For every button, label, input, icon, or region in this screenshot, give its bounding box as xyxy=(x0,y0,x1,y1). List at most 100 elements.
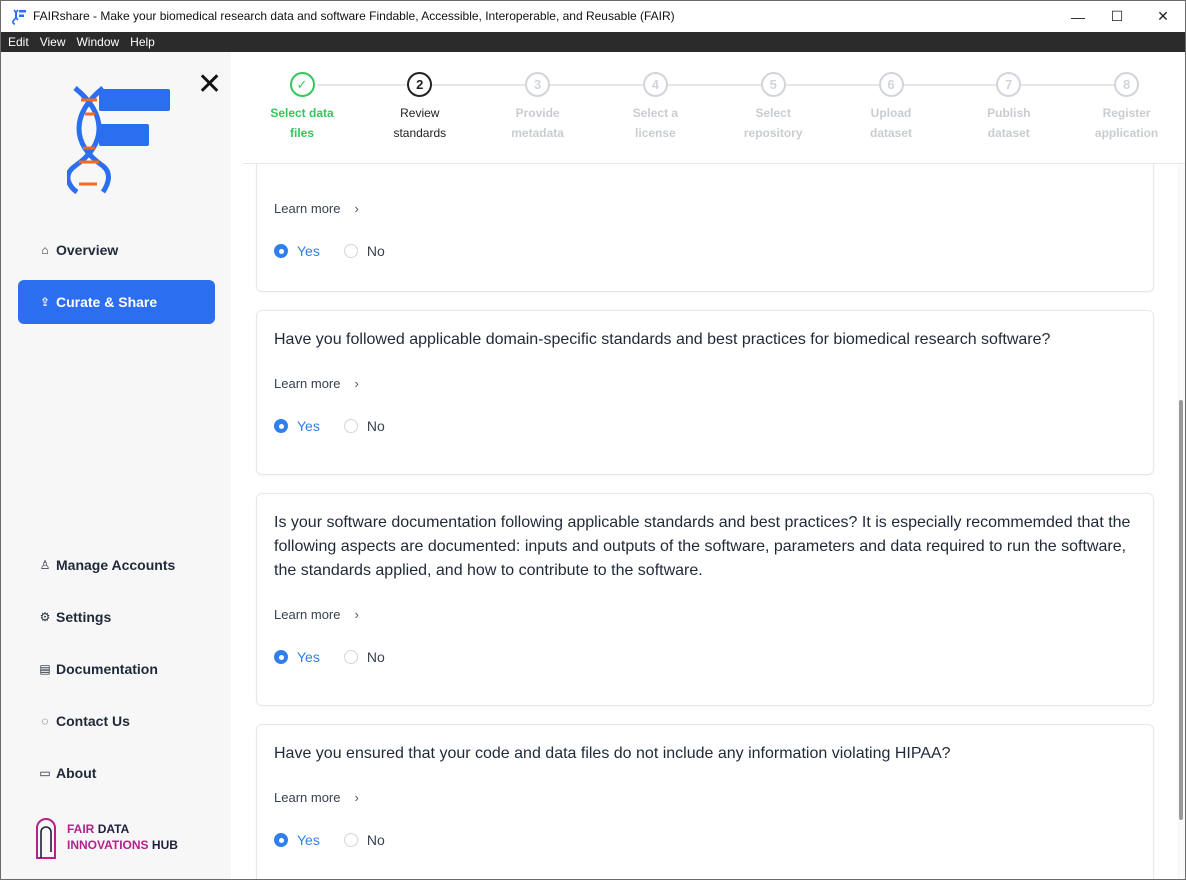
step-label-line2: application xyxy=(1094,126,1159,140)
radio-no[interactable]: No xyxy=(343,649,385,665)
nav-contact-us[interactable]: ◌ Contact Us xyxy=(18,699,215,743)
step-label: Select data files xyxy=(252,103,352,143)
close-window-button[interactable]: ✕ xyxy=(1140,1,1185,32)
step-label-line1: Upload xyxy=(870,106,912,120)
question-card: Learn more › Yes No xyxy=(256,164,1154,292)
radio-yes-label: Yes xyxy=(297,649,320,665)
step-label-line2: metadata xyxy=(511,126,564,140)
nav-about[interactable]: ▭ About xyxy=(18,751,215,795)
nav-manage-accounts[interactable]: ♙ Manage Accounts xyxy=(18,543,215,587)
nav-about-label: About xyxy=(56,765,97,781)
step-5[interactable]: 5 Select repository xyxy=(723,72,823,143)
info-card-icon: ▭ xyxy=(39,766,51,780)
hub-word-fair: FAIR xyxy=(67,822,95,836)
step-1[interactable]: ✓ Select data files xyxy=(252,72,352,143)
content-scrollbar[interactable] xyxy=(1177,164,1185,879)
chevron-right-icon: › xyxy=(354,607,359,622)
step-label-line1: Register xyxy=(1102,106,1151,120)
nav-overview-label: Overview xyxy=(56,242,119,258)
maximize-button[interactable]: ☐ xyxy=(1094,1,1140,32)
step-label: Publish dataset xyxy=(959,103,1059,143)
radio-no-label: No xyxy=(366,418,385,434)
radio-no[interactable]: No xyxy=(343,418,385,434)
step-8[interactable]: 8 Register application xyxy=(1077,72,1177,143)
radio-dot xyxy=(343,833,358,847)
learn-more-link[interactable]: Learn more › xyxy=(274,201,359,216)
radio-no-label: No xyxy=(366,649,385,665)
answer-radio-group: Yes No xyxy=(274,832,409,848)
step-label-line1: Select a xyxy=(632,106,679,120)
radio-yes-label: Yes xyxy=(297,832,320,848)
step-label-line2: repository xyxy=(743,126,803,140)
question-text: Have you followed applicable domain-spec… xyxy=(274,331,1051,348)
nav-overview[interactable]: ⌂ Overview xyxy=(18,228,215,272)
step-3[interactable]: 3 Provide metadata xyxy=(488,72,588,143)
step-number: 6 xyxy=(878,72,904,97)
step-label: Register application xyxy=(1077,103,1177,143)
step-7[interactable]: 7 Publish dataset xyxy=(959,72,1059,143)
radio-dot xyxy=(343,244,358,258)
menu-bar: Edit View Window Help xyxy=(1,32,1185,52)
progress-stepper: ✓ Select data files 2 Review standards 3 Provid… xyxy=(243,52,1185,164)
radio-dot xyxy=(343,650,358,664)
nav-curate-share[interactable]: ⇪ Curate & Share xyxy=(18,280,215,324)
learn-more-link[interactable]: Learn more › xyxy=(274,790,359,805)
chevron-right-icon: › xyxy=(354,790,359,805)
step-6[interactable]: 6 Upload dataset xyxy=(841,72,941,143)
step-number: 4 xyxy=(642,72,668,97)
menu-window[interactable]: Window xyxy=(76,35,119,49)
scrollbar-thumb[interactable] xyxy=(1179,400,1183,820)
learn-more-label: Learn more xyxy=(274,790,341,805)
radio-yes[interactable]: Yes xyxy=(274,418,320,434)
nav-settings[interactable]: ⚙ Settings xyxy=(18,595,215,639)
step-label: Provide metadata xyxy=(488,103,588,143)
radio-yes[interactable]: Yes xyxy=(274,649,320,665)
maximize-icon: ☐ xyxy=(1110,8,1124,24)
close-icon: ✕ xyxy=(1157,8,1169,24)
learn-more-link[interactable]: Learn more › xyxy=(274,607,359,622)
nav-contact-us-label: Contact Us xyxy=(56,713,130,729)
radio-yes[interactable]: Yes xyxy=(274,243,320,259)
main-content: Learn more › Yes No Have you followed app… xyxy=(243,164,1173,879)
step-4[interactable]: 4 Select a license xyxy=(605,72,705,143)
radio-dot xyxy=(274,833,288,847)
radio-dot xyxy=(274,650,288,664)
share-icon: ⇪ xyxy=(39,295,51,309)
radio-yes[interactable]: Yes xyxy=(274,832,320,848)
step-label-line2: files xyxy=(289,126,314,140)
app-window: FAIRshare - Make your biomedical researc… xyxy=(0,0,1186,880)
step-2[interactable]: 2 Review standards xyxy=(370,72,470,143)
step-label-line2: standards xyxy=(393,126,447,140)
fairshare-logo xyxy=(67,86,170,194)
learn-more-link[interactable]: Learn more › xyxy=(274,376,359,391)
question-text: Is your software documentation following… xyxy=(274,514,1131,579)
gear-icon: ⚙ xyxy=(39,610,51,624)
close-sidebar-icon[interactable]: ✕ xyxy=(197,70,222,100)
radio-dot xyxy=(343,419,358,433)
learn-more-label: Learn more xyxy=(274,201,341,216)
menu-help[interactable]: Help xyxy=(130,35,155,49)
menu-edit[interactable]: Edit xyxy=(8,35,29,49)
radio-no[interactable]: No xyxy=(343,832,385,848)
nav-documentation[interactable]: ▤ Documentation xyxy=(18,647,215,691)
nav-documentation-label: Documentation xyxy=(56,661,158,677)
step-label-line1: Review xyxy=(400,106,440,120)
hub-text: FAIR DATA INNOVATIONS HUB xyxy=(67,821,178,853)
home-icon: ⌂ xyxy=(41,243,49,257)
nav-settings-label: Settings xyxy=(56,609,112,625)
step-label-line1: Select xyxy=(755,106,791,120)
hub-word-innovations: INNOVATIONS xyxy=(67,838,149,852)
hub-word-hub: HUB xyxy=(151,838,178,852)
radio-no[interactable]: No xyxy=(343,243,385,259)
step-label-line2: dataset xyxy=(869,126,913,140)
learn-more-label: Learn more xyxy=(274,376,341,391)
question-card: Is your software documentation following… xyxy=(256,493,1154,706)
fairshare-app-icon xyxy=(12,9,26,25)
step-number: 7 xyxy=(996,72,1022,97)
step-label-line1: Publish xyxy=(987,106,1031,120)
nav-curate-share-label: Curate & Share xyxy=(56,294,158,310)
user-icon: ♙ xyxy=(39,558,51,572)
radio-dot xyxy=(274,244,288,258)
menu-view[interactable]: View xyxy=(40,35,66,49)
question-card: Have you followed applicable domain-spec… xyxy=(256,310,1154,475)
